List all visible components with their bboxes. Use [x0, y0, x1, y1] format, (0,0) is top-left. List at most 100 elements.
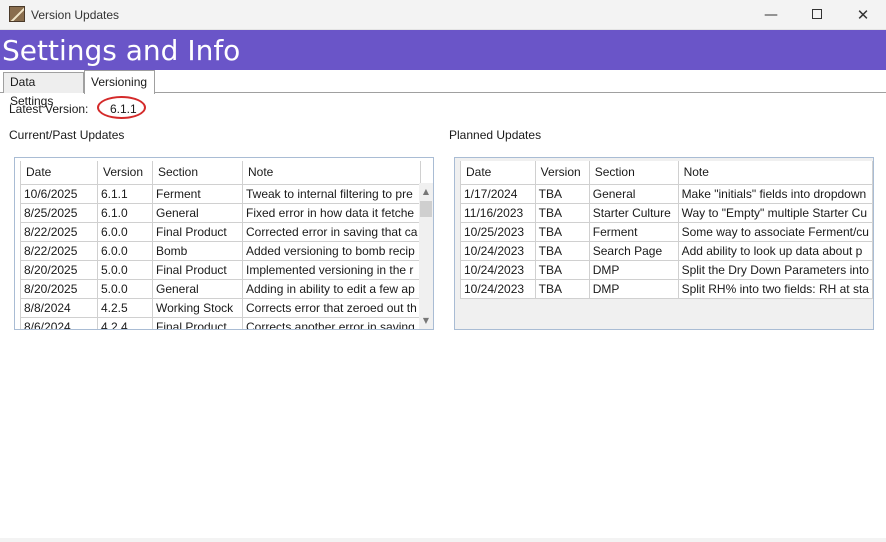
table-row[interactable]: 8/22/2025 6.0.0 Final Product Corrected …	[20, 221, 422, 242]
cell-section: Ferment	[152, 183, 243, 204]
vertical-scrollbar[interactable]: ▲ ▼	[419, 183, 433, 329]
table-row[interactable]: 8/20/2025 5.0.0 General Adding in abilit…	[20, 278, 422, 299]
cell-version: TBA	[534, 202, 590, 223]
table-header-row: Date Version Section Note	[20, 161, 422, 185]
page-title: Settings and Info	[2, 34, 241, 67]
current-updates-grid[interactable]: Date Version Section Note 10/6/2025 6.1.…	[14, 157, 434, 330]
cell-note: Corrected error in saving that ca	[241, 221, 422, 242]
cell-section: Starter Culture	[588, 202, 679, 223]
cell-note: Adding in ability to edit a few ap	[241, 278, 422, 299]
app-icon	[9, 6, 25, 22]
cell-note: Corrects error that zeroed out th	[241, 297, 422, 318]
cell-note: Make "initials" fields into dropdown	[677, 183, 873, 204]
cell-version: 4.2.4	[97, 316, 153, 329]
cell-date: 10/6/2025	[20, 183, 98, 204]
cell-version: 5.0.0	[97, 259, 153, 280]
table-row[interactable]: 10/24/2023 TBA Search Page Add ability t…	[460, 240, 873, 261]
cell-version: TBA	[534, 240, 590, 261]
current-updates-label: Current/Past Updates	[9, 128, 125, 142]
table-row[interactable]: 11/16/2023 TBA Starter Culture Way to "E…	[460, 202, 873, 223]
maximize-button[interactable]	[794, 0, 840, 30]
column-header-section[interactable]: Section	[152, 161, 243, 185]
scroll-thumb[interactable]	[420, 201, 432, 217]
cell-date: 8/22/2025	[20, 240, 98, 261]
tab-versioning[interactable]: Versioning	[84, 70, 155, 94]
table-row[interactable]: 8/25/2025 6.1.0 General Fixed error in h…	[20, 202, 422, 223]
cell-note: Corrects another error in saving	[241, 316, 422, 329]
cell-note: Way to "Empty" multiple Starter Cu	[677, 202, 873, 223]
cell-version: 6.1.1	[97, 183, 153, 204]
table-row[interactable]: 8/8/2024 4.2.5 Working Stock Corrects er…	[20, 297, 422, 318]
cell-note: Add ability to look up data about p	[677, 240, 873, 261]
cell-version: TBA	[534, 259, 590, 280]
column-header-date[interactable]: Date	[460, 161, 536, 185]
table-header-row: Date Version Section Note	[460, 161, 873, 185]
cell-date: 8/20/2025	[20, 278, 98, 299]
cell-version: TBA	[534, 183, 590, 204]
window-titlebar: Version Updates — ✕	[0, 0, 886, 30]
column-header-section[interactable]: Section	[588, 161, 679, 185]
planned-updates-label: Planned Updates	[449, 128, 542, 142]
cell-section: General	[152, 278, 243, 299]
cell-note: Fixed error in how data it fetche	[241, 202, 422, 223]
cell-date: 8/22/2025	[20, 221, 98, 242]
maximize-icon	[812, 9, 822, 19]
cell-note: Split the Dry Down Parameters into	[677, 259, 873, 280]
cell-section: Bomb	[152, 240, 243, 261]
cell-date: 10/24/2023	[460, 259, 536, 280]
table-row[interactable]: 8/22/2025 6.0.0 Bomb Added versioning to…	[20, 240, 422, 261]
tab-data-settings[interactable]: Data Settings	[3, 72, 84, 108]
cell-date: 8/8/2024	[20, 297, 98, 318]
cell-version: 6.0.0	[97, 240, 153, 261]
cell-date: 8/20/2025	[20, 259, 98, 280]
cell-date: 10/24/2023	[460, 240, 536, 261]
latest-version-label: Latest Version:	[9, 102, 89, 116]
cell-version: 6.0.0	[97, 221, 153, 242]
cell-note: Split RH% into two fields: RH at sta	[677, 278, 873, 299]
cell-section: General	[588, 183, 679, 204]
table-row[interactable]: 10/24/2023 TBA DMP Split the Dry Down Pa…	[460, 259, 873, 280]
cell-date: 8/6/2024	[20, 316, 98, 329]
cell-section: Ferment	[588, 221, 679, 242]
planned-updates-table: Date Version Section Note 1/17/2024 TBA …	[460, 161, 873, 299]
cell-section: Final Product	[152, 259, 243, 280]
close-button[interactable]: ✕	[840, 0, 886, 30]
cell-date: 10/25/2023	[460, 221, 536, 242]
minimize-button[interactable]: —	[748, 0, 794, 30]
cell-date: 10/24/2023	[460, 278, 536, 299]
column-header-date[interactable]: Date	[20, 161, 98, 185]
planned-updates-grid[interactable]: Date Version Section Note 1/17/2024 TBA …	[454, 157, 874, 330]
cell-note: Some way to associate Ferment/cu	[677, 221, 873, 242]
cell-note: Tweak to internal filtering to pre	[241, 183, 422, 204]
window-title: Version Updates	[31, 8, 120, 22]
header-band: Settings and Info	[0, 30, 886, 70]
window-bottom-edge	[0, 538, 886, 542]
column-header-note[interactable]: Note	[241, 161, 422, 185]
table-row[interactable]: 8/20/2025 5.0.0 Final Product Implemente…	[20, 259, 422, 280]
cell-section: General	[152, 202, 243, 223]
cell-section: DMP	[588, 259, 679, 280]
cell-version: 6.1.0	[97, 202, 153, 223]
table-row[interactable]: 1/17/2024 TBA General Make "initials" fi…	[460, 183, 873, 204]
cell-section: Final Product	[152, 316, 243, 329]
column-header-version[interactable]: Version	[97, 161, 153, 185]
scroll-up-arrow-icon[interactable]: ▲	[419, 185, 433, 199]
cell-section: Search Page	[588, 240, 679, 261]
cell-version: 5.0.0	[97, 278, 153, 299]
cell-version: TBA	[534, 278, 590, 299]
table-row[interactable]: 10/25/2023 TBA Ferment Some way to assoc…	[460, 221, 873, 242]
cell-note: Implemented versioning in the r	[241, 259, 422, 280]
table-row[interactable]: 10/24/2023 TBA DMP Split RH% into two fi…	[460, 278, 873, 299]
column-header-version[interactable]: Version	[534, 161, 590, 185]
scroll-down-arrow-icon[interactable]: ▼	[419, 314, 433, 328]
table-row[interactable]: 10/6/2025 6.1.1 Ferment Tweak to interna…	[20, 183, 422, 204]
column-header-note[interactable]: Note	[677, 161, 873, 185]
cell-note: Added versioning to bomb recip	[241, 240, 422, 261]
cell-version: 4.2.5	[97, 297, 153, 318]
cell-date: 11/16/2023	[460, 202, 536, 223]
cell-version: TBA	[534, 221, 590, 242]
cell-date: 8/25/2025	[20, 202, 98, 223]
cell-section: Final Product	[152, 221, 243, 242]
red-circle-annotation	[97, 96, 146, 119]
table-row[interactable]: 8/6/2024 4.2.4 Final Product Corrects an…	[20, 316, 422, 329]
